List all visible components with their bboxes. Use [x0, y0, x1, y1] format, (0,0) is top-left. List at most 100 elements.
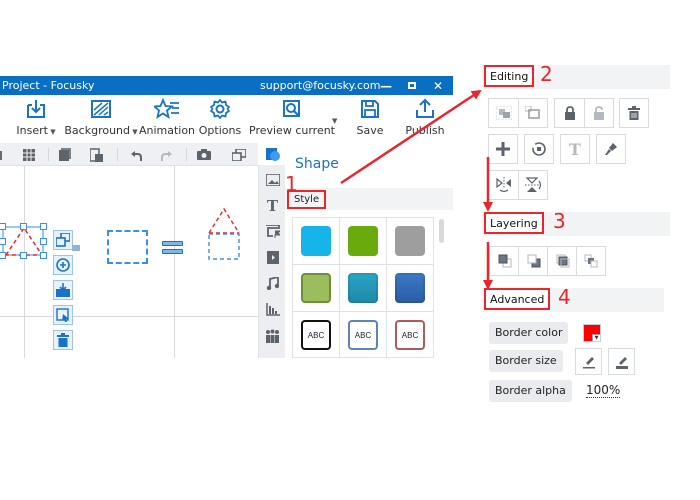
video-icon[interactable] [264, 249, 281, 266]
unlock-icon [594, 106, 604, 120]
paste-partial-icon[interactable] [0, 146, 10, 163]
connector-handle[interactable] [72, 245, 80, 251]
text-button[interactable]: T [560, 134, 590, 164]
reset-rotation-button[interactable] [524, 134, 554, 164]
border-color-label: Border color [489, 322, 569, 344]
group-icon [56, 233, 70, 247]
scrollbar-thumb[interactable] [439, 219, 444, 243]
delete-button[interactable] [53, 330, 73, 350]
camera-icon[interactable] [195, 146, 213, 163]
editing-section-label[interactable]: Editing [484, 65, 535, 87]
format-brush-button[interactable] [596, 134, 626, 164]
flip-vertical-button[interactable] [518, 170, 548, 200]
border-color-picker[interactable]: ▼ [583, 324, 601, 342]
animation-star-icon [154, 95, 180, 123]
style-swatch[interactable] [293, 218, 340, 265]
chart-icon[interactable] [264, 301, 281, 318]
pen-thin-icon [582, 356, 595, 368]
preview-current-button[interactable]: Preview current [249, 95, 335, 143]
import-button[interactable] [53, 280, 73, 300]
border-alpha-value[interactable]: 100% [586, 383, 621, 398]
maximize-button[interactable] [401, 76, 423, 95]
insert-button[interactable]: Insert ▼ [16, 95, 56, 143]
resize-handle[interactable] [40, 223, 47, 230]
resize-handle[interactable] [0, 223, 6, 230]
layering-section-label[interactable]: Layering [484, 212, 544, 234]
account-email[interactable]: support@focusky.com [260, 79, 381, 92]
slide-flag-icon[interactable] [264, 223, 281, 240]
combined-house-shape[interactable] [208, 206, 242, 270]
swatch-color-preview [348, 226, 378, 256]
style-swatch[interactable]: ABC [293, 312, 340, 358]
grid-icon[interactable] [20, 146, 38, 163]
insert-side-strip: T [258, 143, 286, 358]
lock-button[interactable] [554, 98, 584, 128]
minimize-button[interactable]: — [375, 76, 397, 95]
resize-handle[interactable] [0, 252, 6, 259]
paste-icon[interactable] [88, 146, 106, 163]
resize-handle[interactable] [40, 252, 47, 259]
border-size-increase-button[interactable] [608, 348, 635, 375]
add-button[interactable] [488, 134, 518, 164]
send-to-back-button[interactable] [518, 246, 548, 276]
select-frame-icon [56, 308, 69, 322]
close-button[interactable]: ✕ [427, 76, 449, 95]
music-icon[interactable] [264, 275, 281, 292]
preview-dropdown-icon[interactable]: ▼ [332, 117, 337, 125]
swatch-text-preview: ABC [395, 320, 425, 350]
flip-horizontal-button[interactable] [488, 170, 518, 200]
style-swatch[interactable] [293, 265, 340, 312]
select-frame-button[interactable] [53, 305, 73, 325]
add-button[interactable] [53, 255, 73, 275]
resize-handle[interactable] [20, 223, 27, 230]
annotation-step-1: 1 [285, 172, 298, 196]
style-swatch[interactable] [387, 218, 434, 265]
style-swatch[interactable] [387, 265, 434, 312]
toolbar-divider [117, 148, 118, 161]
group-button[interactable] [488, 98, 518, 128]
shape-icon[interactable] [264, 146, 281, 163]
bring-forward-button[interactable] [547, 246, 577, 276]
style-swatch[interactable]: ABC [387, 312, 434, 358]
style-swatch[interactable] [340, 218, 387, 265]
advanced-section-label[interactable]: Advanced [484, 288, 551, 310]
shape-panel-title: Shape [295, 156, 339, 172]
style-swatch[interactable] [340, 265, 387, 312]
dashed-rectangle-shape[interactable] [107, 230, 148, 264]
toolbar-divider [48, 148, 49, 161]
text-icon[interactable]: T [264, 197, 281, 215]
save-button[interactable]: Save [352, 95, 388, 143]
minimize-icon: — [380, 78, 392, 93]
undo-icon[interactable] [127, 146, 145, 163]
border-size-label: Border size [489, 350, 563, 372]
close-icon: ✕ [432, 78, 444, 93]
resize-handle[interactable] [0, 238, 6, 245]
maximize-icon [408, 82, 416, 89]
border-size-decrease-button[interactable] [575, 348, 602, 375]
window-icon[interactable] [230, 146, 248, 163]
resize-handle[interactable] [20, 252, 27, 259]
selected-triangle-shape[interactable] [0, 223, 47, 259]
bring-to-front-button[interactable] [489, 246, 519, 276]
redo-icon[interactable] [158, 146, 176, 163]
unlock-button[interactable] [584, 98, 614, 128]
publish-button[interactable]: Publish [403, 95, 447, 143]
copy-icon[interactable] [56, 146, 74, 163]
people-icon[interactable] [264, 327, 281, 344]
background-button[interactable]: Background ▼ [64, 95, 138, 143]
image-icon[interactable] [264, 171, 281, 188]
style-swatch[interactable]: ABC [340, 312, 387, 358]
animation-button[interactable]: Animation [139, 95, 195, 143]
focusky-window: Project - Focusky support@focusky.com — … [0, 76, 453, 358]
panel-scrollbar[interactable] [438, 217, 445, 358]
ungroup-icon [525, 106, 540, 119]
group-button[interactable] [53, 230, 73, 250]
send-backward-button[interactable] [576, 246, 606, 276]
delete-button[interactable] [619, 98, 649, 128]
options-button[interactable]: Options [198, 95, 242, 143]
ungroup-button[interactable] [518, 98, 548, 128]
pen-thick-icon [615, 356, 628, 369]
resize-handle[interactable] [40, 238, 47, 245]
bring-forward-icon [556, 254, 569, 268]
editing-canvas[interactable] [0, 166, 258, 358]
